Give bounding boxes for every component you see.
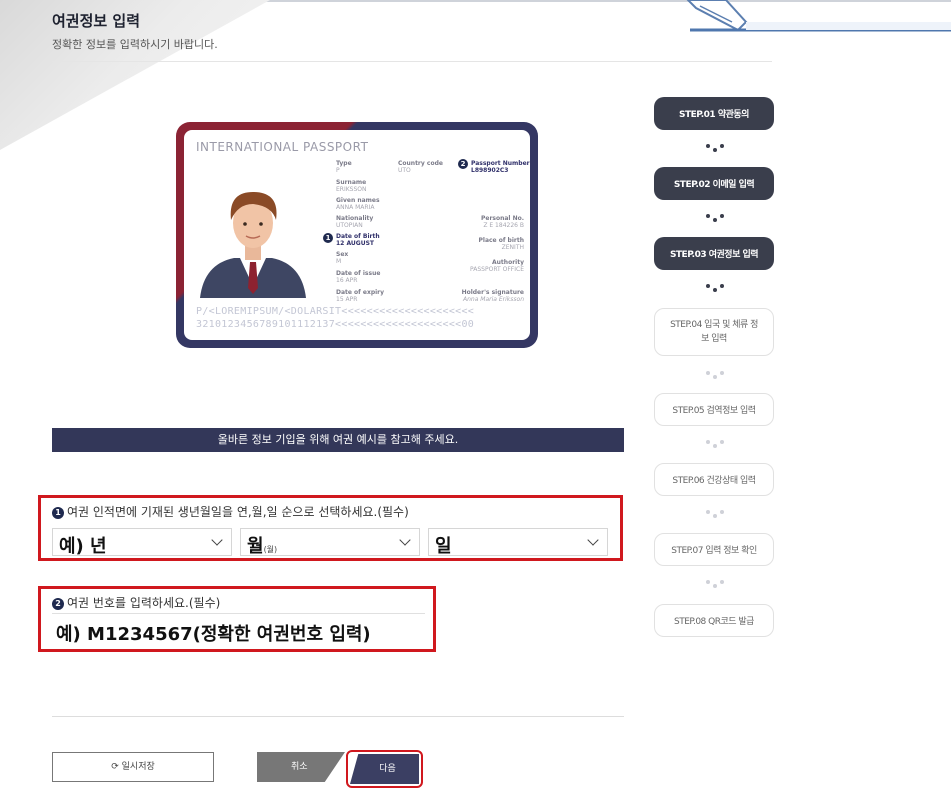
step-connector (705, 435, 725, 448)
step-01: STEP.01 약관동의 (654, 97, 774, 130)
field-sex: Sex M (336, 251, 349, 265)
step-04: STEP.04 입국 및 체류 정보 입력 (654, 308, 774, 356)
step-07: STEP.07 입력 정보 확인 (654, 533, 774, 566)
birth-year-select[interactable]: 예) 년 (52, 528, 232, 557)
number-badge: 1 (52, 507, 64, 519)
mrz-line-2: 3210123456789101112137<<<<<<<<<<<<<<<<<<… (196, 319, 475, 330)
header-illustration (686, 0, 951, 34)
page-subtitle: 정확한 정보를 입력하시기 바랍니다. (52, 38, 218, 51)
passport-number-input[interactable]: 예) M1234567(정확한 여권번호 입력) (52, 613, 425, 647)
chevron-down-icon (587, 534, 599, 546)
birth-month-select[interactable]: 월(월) (240, 528, 420, 557)
divider (52, 61, 772, 62)
passport-photo (200, 192, 306, 298)
field-personal-no: Personal No. Z E 184226 B (480, 215, 524, 229)
step-connector (705, 575, 725, 588)
mrz-line-1: P/<LOREMIPSUM/<DOLARSIT<<<<<<<<<<<<<<<<<… (196, 306, 475, 317)
field-date-of-expiry: Date of expiry 15 APR (336, 289, 385, 303)
next-button[interactable]: 다음 (350, 754, 419, 784)
refresh-icon: ⟳ (111, 762, 119, 772)
step-connector (705, 139, 725, 152)
passport-heading: INTERNATIONAL PASSPORT (196, 140, 369, 154)
step-06: STEP.06 건강상태 입력 (654, 463, 774, 496)
birthdate-label: 1 여권 인적면에 기재된 생년월일을 연,월,일 순으로 선택하세요.(필수) (52, 503, 409, 520)
passport-card: INTERNATIONAL PASSPORT Type P Country cod… (184, 130, 530, 340)
notice-bar: 올바른 정보 기입을 위해 여권 예시를 참고해 주세요. (52, 428, 624, 452)
number-badge: 2 (52, 598, 64, 610)
step-connector (705, 505, 725, 518)
marker-1: 1 (323, 233, 333, 243)
chevron-down-icon (399, 534, 411, 546)
marker-2: 2 (458, 159, 468, 169)
next-button-highlight: 다음 (346, 750, 423, 788)
field-nationality: Nationality UTOPIAN (336, 215, 374, 229)
field-place-of-birth: Place of birth ZENITH (478, 237, 525, 251)
cancel-button[interactable]: 취소 (257, 752, 345, 782)
step-08: STEP.08 QR코드 발급 (654, 604, 774, 637)
field-country-code: Country code UTO (398, 160, 443, 174)
chevron-down-icon (211, 534, 223, 546)
field-passport-number: Passport Number L898902C3 (471, 160, 530, 174)
field-given-names: Given names ANNA MARIA (336, 197, 380, 211)
temp-save-button[interactable]: ⟳ 일시저장 (52, 752, 214, 782)
field-surname: Surname ERIKSSON (336, 179, 367, 193)
field-holder-signature: Holder's signature Anna Maria Eriksson (461, 289, 524, 303)
step-connector (705, 209, 725, 222)
step-05: STEP.05 검역정보 입력 (654, 393, 774, 426)
step-connector (705, 279, 725, 292)
passport-number-label: 2 여권 번호를 입력하세요.(필수) (52, 594, 220, 611)
field-date-of-issue: Date of issue 16 APR (336, 270, 381, 284)
step-03: STEP.03 여권정보 입력 (654, 237, 774, 270)
page-title: 여권정보 입력 (52, 12, 141, 30)
passport-example: INTERNATIONAL PASSPORT Type P Country cod… (176, 122, 538, 348)
step-connector (705, 366, 725, 379)
divider (52, 716, 624, 717)
field-type: Type P (336, 160, 352, 174)
field-date-of-birth: Date of Birth 12 AUGUST (336, 233, 380, 247)
field-authority: Authority PASSPORT OFFICE (470, 259, 524, 273)
step-02: STEP.02 이메일 입력 (654, 167, 774, 200)
birth-day-select[interactable]: 일 (428, 528, 608, 557)
